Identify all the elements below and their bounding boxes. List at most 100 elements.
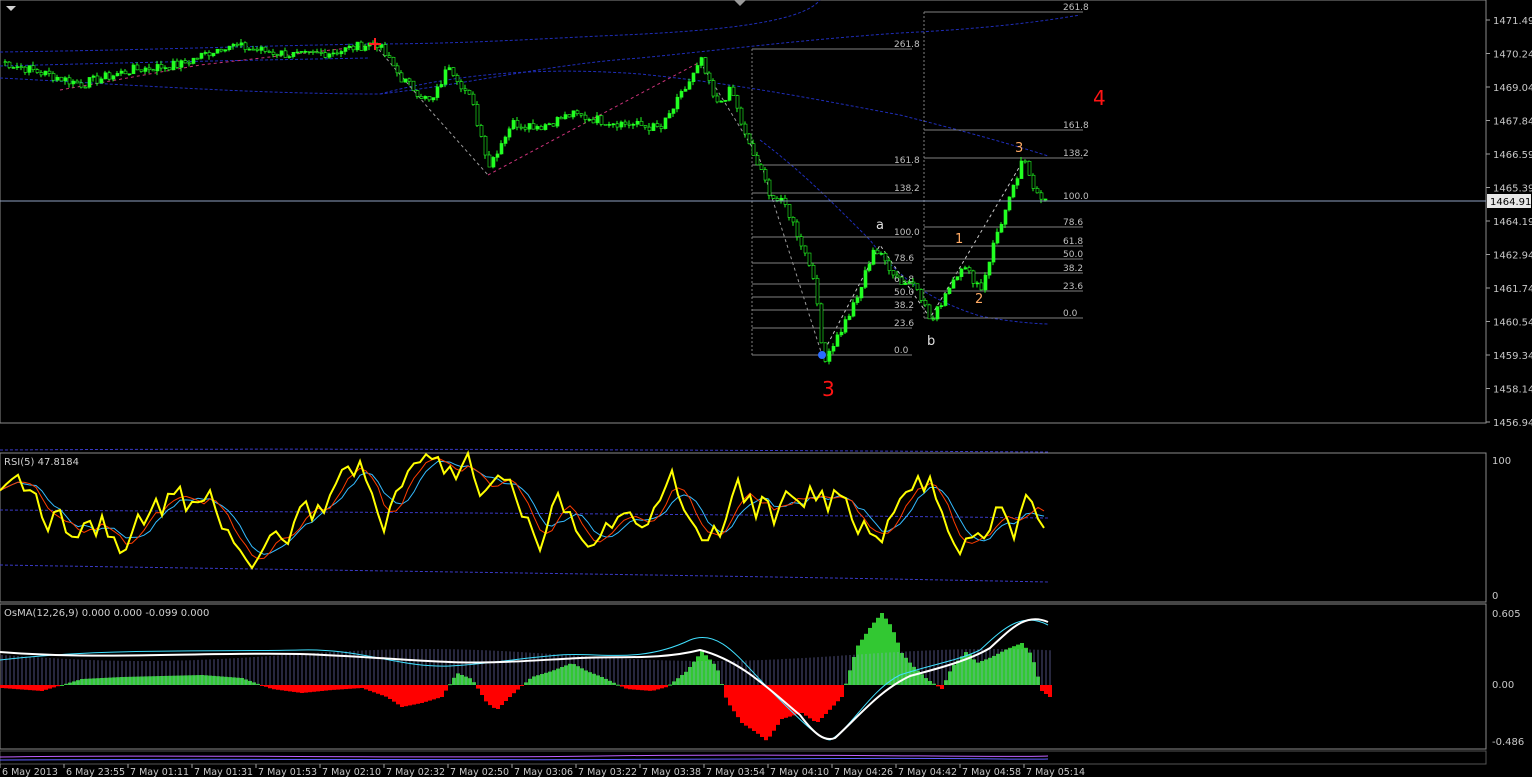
rsi-indicator-pane[interactable]: RSI(5) 47.8184 100 0 [0, 448, 1511, 603]
wave-label-minor-2: 2 [975, 292, 983, 307]
candle-body [331, 52, 336, 55]
candle-body [1023, 160, 1028, 163]
candle-body [523, 126, 528, 130]
candle-body [327, 53, 332, 58]
osma-bar [36, 685, 40, 691]
price-chart-pane[interactable]: 261.8161.8138.2100.078.661.850.038.223.6… [0, 0, 1532, 429]
candle-body [491, 157, 496, 168]
candle-body [183, 60, 188, 64]
candle-body [891, 270, 896, 276]
candle-body [715, 95, 720, 103]
candle-body [23, 66, 28, 73]
osma-bar [28, 685, 32, 691]
candle-body [1015, 178, 1020, 186]
candle-body [731, 86, 736, 96]
candle-body [631, 123, 636, 126]
candle-body [239, 42, 244, 46]
time-tick-label: 6 May 2013 [2, 767, 58, 777]
osma-bar [360, 685, 364, 688]
candle-body [27, 65, 32, 73]
candle-body [739, 107, 744, 125]
price-tick-label: 1459.34 [1493, 351, 1532, 362]
osma-bar [40, 685, 44, 691]
candle-body [895, 274, 900, 278]
candle-body [987, 261, 992, 276]
candle-body [107, 72, 112, 80]
candle-body [323, 52, 328, 58]
candle-body [175, 60, 180, 68]
candle-body [647, 126, 652, 131]
price-tick-label: 1462.94 [1493, 251, 1532, 262]
candle-body [575, 110, 580, 114]
time-tick-label: 7 May 03:54 [706, 767, 765, 777]
candle-body [143, 67, 148, 72]
candle-body [763, 169, 768, 181]
osma-bar [936, 685, 940, 687]
osma-bar [776, 685, 780, 725]
candle-body [155, 64, 160, 72]
candle-body [983, 274, 988, 291]
candle-body [471, 93, 476, 105]
candle-body [967, 267, 972, 272]
candle-body [235, 43, 240, 46]
candle-body [795, 221, 800, 237]
osma-bar [800, 685, 804, 713]
osma-bar [332, 685, 336, 690]
candle-body [503, 136, 508, 144]
candle-body [659, 126, 664, 129]
osma-indicator-pane[interactable]: OsMA(12,26,9) 0.000 0.000 -0.099 0.000 0… [0, 603, 1524, 750]
candle-body [699, 57, 704, 66]
candle-body [87, 77, 92, 88]
fib-level-label: 0.0 [1063, 309, 1078, 319]
candle-body [83, 86, 88, 89]
candle-body [387, 55, 392, 58]
price-tick-label: 1471.49 [1493, 16, 1532, 27]
candle-body [747, 133, 752, 145]
osma-bar [392, 685, 396, 702]
candle-body [71, 80, 76, 85]
candle-body [123, 70, 128, 75]
price-tick-label: 1456.94 [1493, 418, 1532, 429]
candle-body [755, 155, 760, 166]
osma-bar [48, 685, 52, 689]
time-tick-label: 7 May 02:10 [322, 767, 381, 777]
trading-terminal[interactable]: 261.8161.8138.2100.078.661.850.038.223.6… [0, 0, 1532, 777]
fib-level-label: 261.8 [1063, 3, 1089, 13]
candle-body [827, 350, 832, 362]
osma-bar [724, 685, 728, 698]
candle-body [771, 195, 776, 199]
candle-body [271, 51, 276, 55]
candle-body [91, 75, 96, 78]
osma-bar [16, 685, 20, 690]
fib-level-label: 61.8 [1063, 237, 1083, 247]
candle-body [767, 179, 772, 196]
osma-bar [384, 685, 388, 697]
candle-body [519, 126, 524, 129]
candle-body [751, 143, 756, 156]
candle-body [475, 104, 480, 126]
candle-body [407, 78, 412, 82]
fib-level-label: 78.6 [894, 254, 914, 264]
candle-body [415, 90, 420, 97]
osma-bar [620, 685, 624, 687]
rsi-pane-frame [0, 452, 1487, 603]
price-chart-frame [0, 0, 1487, 424]
candle-body [67, 77, 72, 85]
candle-body [215, 48, 220, 54]
candle-body [595, 115, 600, 124]
osma-bar [504, 685, 508, 701]
candle-body [707, 72, 712, 81]
candle-body [919, 289, 924, 301]
price-tick-label: 1469.04 [1493, 83, 1532, 94]
osma-bar [768, 685, 772, 737]
osma-bar [1044, 685, 1048, 694]
candle-body [923, 300, 928, 306]
candle-body [655, 123, 660, 127]
osma-bar [796, 685, 800, 715]
fib-level-label: 23.6 [1063, 282, 1083, 292]
candle-body [3, 61, 8, 63]
candle-body [315, 51, 320, 54]
candle-body [59, 76, 64, 82]
wave-label-a: a [876, 218, 884, 233]
candle-body [115, 73, 120, 77]
